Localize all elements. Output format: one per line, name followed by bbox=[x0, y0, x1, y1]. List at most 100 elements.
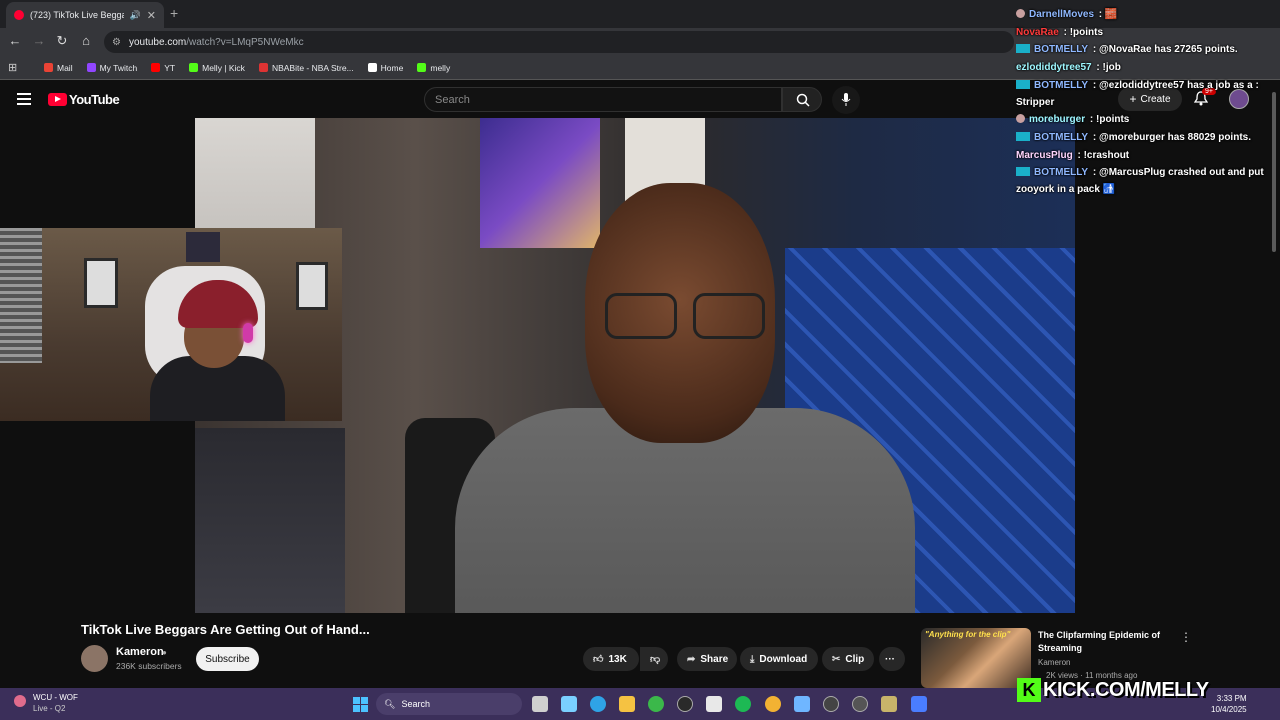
thumbnail-caption: "Anything for the clip" bbox=[925, 630, 1011, 639]
bookmark-mail[interactable]: Mail bbox=[44, 63, 73, 73]
youtube-favicon-icon bbox=[14, 10, 24, 20]
reload-icon[interactable]: ↻ bbox=[53, 33, 71, 49]
channel-avatar[interactable] bbox=[81, 645, 108, 672]
chat-message: ezlodiddytree57 : !job bbox=[1016, 62, 1121, 73]
bot-badge-icon bbox=[1016, 44, 1030, 53]
suggested-video-title[interactable]: The Clipfarming Epidemic of Streaming bbox=[1038, 629, 1168, 655]
scissors-icon: ✂ bbox=[832, 653, 841, 665]
video-scene-poster bbox=[480, 118, 600, 248]
bookmark-twitch[interactable]: My Twitch bbox=[86, 63, 137, 73]
video-title: TikTok Live Beggars Are Getting Out of H… bbox=[81, 622, 370, 637]
search-icon bbox=[796, 93, 810, 107]
new-tab-button[interactable]: + bbox=[170, 5, 178, 21]
chat-message: BOTMELLY : @ezlodiddytree57 has a job as… bbox=[1016, 80, 1259, 108]
file-icon[interactable] bbox=[532, 696, 548, 712]
search-input[interactable]: Search bbox=[424, 87, 782, 112]
chat-message: BOTMELLY : @NovaRae has 27265 points. bbox=[1016, 41, 1271, 58]
gmail-icon bbox=[44, 63, 53, 72]
youtube-play-icon bbox=[48, 93, 67, 106]
youtube-logo[interactable]: YouTube bbox=[48, 92, 120, 107]
folder-icon[interactable] bbox=[619, 696, 635, 712]
video-scene-glasses bbox=[605, 293, 770, 341]
back-icon[interactable]: ← bbox=[6, 33, 24, 48]
copilot-icon[interactable] bbox=[561, 696, 577, 712]
download-button[interactable]: ⤓ Download bbox=[740, 647, 818, 671]
webcam-scene-headset-light bbox=[243, 323, 253, 343]
photos-icon[interactable] bbox=[794, 696, 810, 712]
bot-badge-icon bbox=[1016, 80, 1030, 89]
kick-url-text: KICK.COM/MELLY bbox=[1043, 678, 1209, 701]
twitch-icon bbox=[86, 63, 96, 72]
roblox-icon[interactable] bbox=[911, 696, 927, 712]
bookmark-nbabite[interactable]: NBABite - NBA Stre... bbox=[258, 63, 354, 73]
site-info-icon[interactable]: ⚙ bbox=[112, 37, 121, 48]
screen: (723) TikTok Live Beggars A 🔊 ✕ + ← → ↻ … bbox=[0, 0, 1280, 720]
share-button[interactable]: ➦ Share bbox=[677, 647, 737, 671]
dislike-button[interactable]: 👎︎ bbox=[640, 647, 668, 671]
share-icon: ➦ bbox=[687, 653, 696, 665]
url-path: /watch?v=LMqP5NWeMkc bbox=[186, 36, 304, 48]
voice-search-button[interactable] bbox=[832, 86, 860, 114]
forward-icon[interactable]: → bbox=[30, 33, 48, 48]
microphone-icon bbox=[841, 93, 851, 106]
more-actions-button[interactable]: ··· bbox=[879, 647, 905, 671]
user-badge-icon bbox=[1016, 9, 1025, 18]
clip-button[interactable]: ✂ Clip bbox=[822, 647, 874, 671]
system-clock[interactable]: 3:33 PM 10/4/2025 bbox=[1211, 693, 1247, 715]
thumbs-up-icon: 👍︎ bbox=[593, 654, 604, 665]
media-icon[interactable] bbox=[823, 696, 839, 712]
chrome-icon[interactable] bbox=[765, 696, 781, 712]
more-options-icon[interactable]: ⋮ bbox=[1180, 630, 1192, 644]
chat-message: NovaRae : !points bbox=[1016, 27, 1104, 38]
suggested-video-channel: Kameron bbox=[1038, 658, 1071, 667]
like-button[interactable]: 👍︎ 13K bbox=[583, 647, 639, 671]
webcam-scene-blinds bbox=[0, 228, 42, 363]
bookmark-home[interactable]: Home bbox=[367, 63, 403, 73]
store-icon[interactable] bbox=[706, 696, 722, 712]
search-icon: 🔍︎ bbox=[384, 698, 396, 709]
browser-tab[interactable]: (723) TikTok Live Beggars A 🔊 ✕ bbox=[6, 2, 164, 28]
streamer-webcam bbox=[0, 228, 342, 421]
game-icon[interactable] bbox=[881, 696, 897, 712]
apps-grid-icon[interactable]: ⊞ bbox=[8, 61, 30, 74]
x-icon bbox=[367, 63, 377, 72]
video-scene-suitcase bbox=[195, 428, 345, 613]
download-icon: ⤓ bbox=[750, 653, 755, 665]
widgets-button[interactable]: WCU - WOF Live - Q2 bbox=[14, 692, 78, 714]
clock-time: 3:33 PM bbox=[1216, 694, 1247, 703]
bot-badge-icon bbox=[1016, 167, 1030, 176]
youtube-icon bbox=[151, 63, 161, 72]
bookmark-yt[interactable]: YT bbox=[151, 63, 175, 73]
chat-message: BOTMELLY : @MarcusPlug crashed out and p… bbox=[1016, 167, 1264, 195]
edge-icon[interactable] bbox=[590, 696, 606, 712]
tab-close-icon[interactable]: ✕ bbox=[147, 9, 156, 22]
subscribe-button[interactable]: Subscribe bbox=[196, 647, 259, 671]
subscriber-count: 236K subscribers bbox=[116, 661, 182, 671]
spotify-icon[interactable] bbox=[735, 696, 751, 712]
search-button[interactable] bbox=[782, 87, 822, 112]
chat-message: MarcusPlug : !crashout bbox=[1016, 150, 1130, 161]
xbox-icon[interactable] bbox=[648, 696, 664, 712]
verified-icon: ● bbox=[162, 648, 167, 657]
thumbs-down-icon: 👎︎ bbox=[650, 654, 661, 665]
address-bar[interactable]: ⚙ youtube.com/watch?v=LMqP5NWeMkc bbox=[104, 31, 1014, 53]
chat-message: DarnellMoves : 🧱 bbox=[1016, 6, 1271, 23]
steam-icon[interactable] bbox=[677, 696, 693, 712]
home-icon[interactable]: ⌂ bbox=[77, 33, 95, 48]
widget-icon bbox=[14, 695, 26, 707]
arrow-icon[interactable] bbox=[852, 696, 868, 712]
taskbar-search[interactable]: 🔍︎ Search bbox=[376, 693, 522, 715]
bookmark-kick[interactable]: Melly | Kick bbox=[189, 63, 245, 73]
menu-icon[interactable] bbox=[17, 93, 31, 105]
kick-logo-icon: K bbox=[1017, 678, 1041, 702]
speaker-icon[interactable]: 🔊 bbox=[130, 10, 141, 21]
url-host: youtube.com bbox=[128, 36, 187, 48]
webcam-scene-frame bbox=[84, 258, 118, 308]
webcam-scene-frame bbox=[296, 262, 328, 310]
youtube-wordmark: YouTube bbox=[69, 92, 120, 107]
suggested-video-thumbnail[interactable]: "Anything for the clip" bbox=[921, 628, 1031, 688]
bookmark-melly[interactable]: melly bbox=[417, 63, 450, 73]
channel-name[interactable]: Kameron bbox=[116, 646, 164, 658]
windows-start-icon[interactable] bbox=[353, 697, 368, 712]
tab-title: (723) TikTok Live Beggars A bbox=[30, 10, 124, 20]
